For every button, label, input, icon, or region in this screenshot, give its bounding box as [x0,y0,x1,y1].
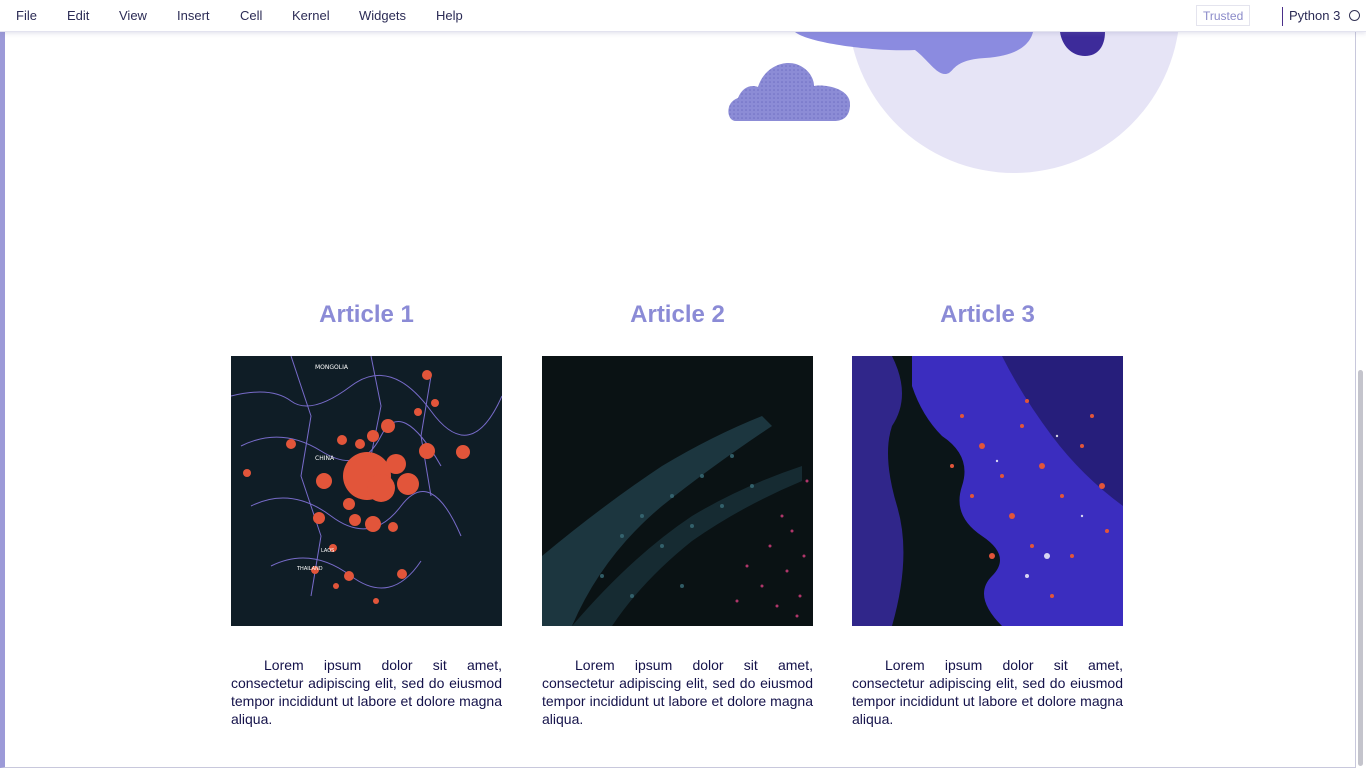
menu-kernel[interactable]: Kernel [292,8,330,23]
trusted-indicator[interactable]: Trusted [1196,5,1251,26]
scrollbar-thumb[interactable] [1358,370,1363,766]
kernel-name[interactable]: Python 3 [1289,8,1340,23]
menu-help[interactable]: Help [436,8,463,23]
notebook-menubar: File Edit View Insert Cell Kernel Widget… [0,0,1366,32]
article-3-image [852,356,1123,626]
article-2-text: Lorem ipsum dolor sit amet, consectetur … [542,657,813,727]
menu-insert[interactable]: Insert [177,8,210,23]
menu-edit[interactable]: Edit [67,8,89,23]
moon-shape [849,32,1179,173]
kernel-separator [1282,7,1283,26]
article-3-title: Article 3 [940,301,1035,328]
article-2-image [542,356,813,626]
map-label-thailand: THAILAND [296,566,323,572]
menu-cell[interactable]: Cell [240,8,262,23]
kernel-idle-icon [1349,10,1360,21]
lower-cloud-shape [728,62,850,121]
article-1-title: Article 1 [319,301,414,328]
moon-clouds-illustration [728,32,1179,173]
map-label-laos: LAOS [321,548,334,554]
menu-file[interactable]: File [16,8,37,23]
menu-view[interactable]: View [119,8,147,23]
map-label-china: CHINA [315,455,335,462]
article-3-text: Lorem ipsum dolor sit amet, consectetur … [852,657,1123,727]
map-label-mongolia: MONGOLIA [315,364,349,371]
article-1-image: MONGOLIA CHINA LAOS THAILAND [231,356,502,626]
article-1-text: Lorem ipsum dolor sit amet, consectetur … [231,657,502,727]
article-2-title: Article 2 [630,301,725,328]
menu-widgets[interactable]: Widgets [359,8,406,23]
